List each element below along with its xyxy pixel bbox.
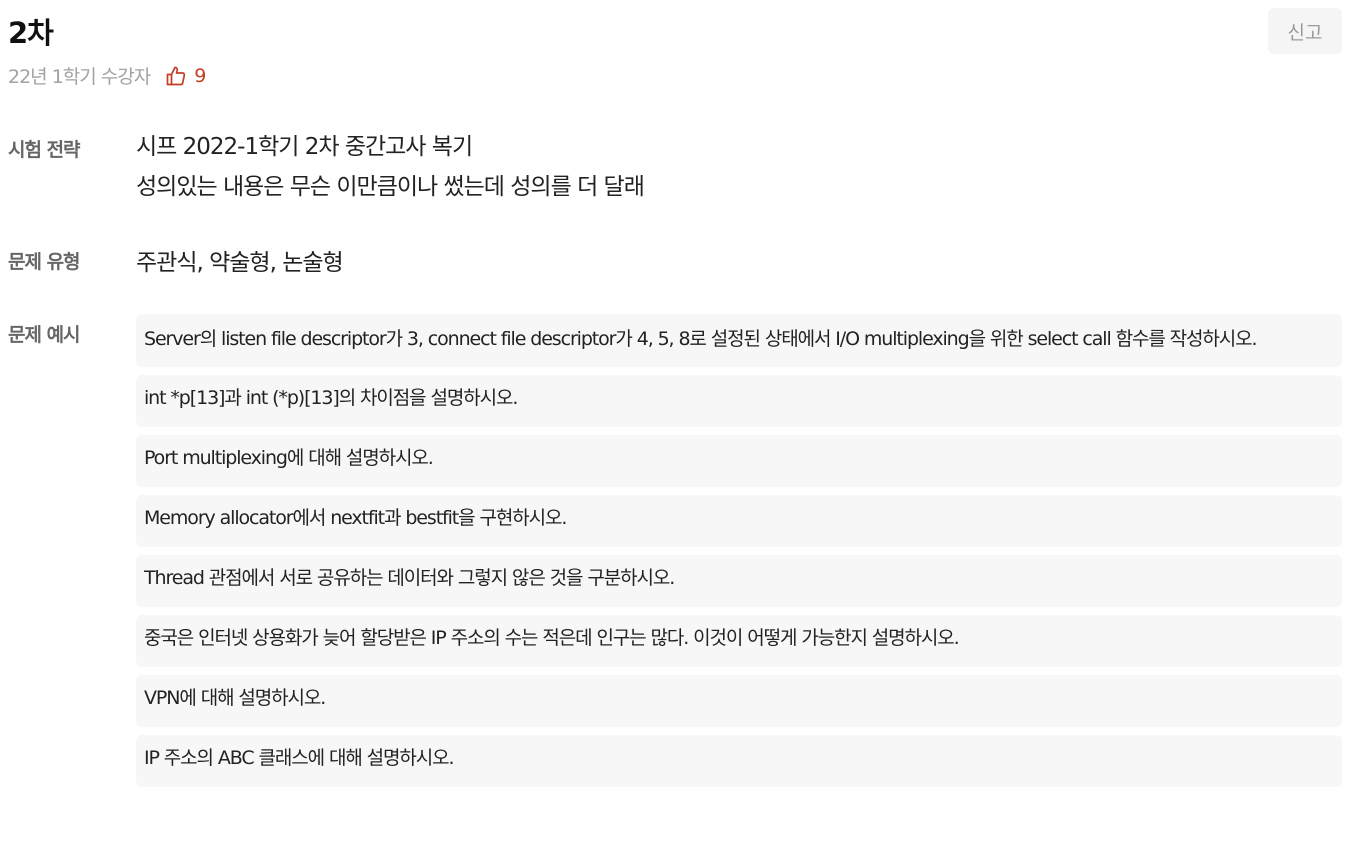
strategy-label: 시험 전략 (8, 139, 81, 161)
example-item: Port multiplexing에 대해 설명하시오. (136, 435, 1342, 487)
example-item: IP 주소의 ABC 클래스에 대해 설명하시오. (136, 735, 1342, 787)
thumbs-up-icon (166, 66, 186, 85)
example-item: Memory allocator에서 nextfit과 bestfit을 구현하… (136, 495, 1342, 547)
report-button[interactable]: 신고 (1268, 8, 1342, 54)
type-content: 주관식, 약술형, 논술형 (136, 247, 1342, 277)
example-item: int *p[13]과 int (*p)[13]의 차이점을 설명하시오. (136, 375, 1342, 427)
strategy-line: 성의있는 내용은 무슨 이만큼이나 썼는데 성의를 더 달래 (136, 174, 645, 200)
strategy-line: 시프 2022-1학기 2차 중간고사 복기 (136, 134, 473, 160)
review-meta: 22년 1학기 수강자 9 (8, 62, 206, 89)
semester-label: 22년 1학기 수강자 (8, 66, 151, 88)
like-count: 9 (194, 64, 207, 87)
type-value: 주관식, 약술형, 논술형 (136, 250, 344, 276)
example-item: VPN에 대해 설명하시오. (136, 675, 1342, 727)
example-list: Server의 listen file descriptor가 3, conne… (136, 314, 1342, 787)
example-item: 중국은 인터넷 상용화가 늦어 할당받은 IP 주소의 수는 적은데 인구는 많… (136, 615, 1342, 667)
strategy-content: 시프 2022-1학기 2차 중간고사 복기 성의있는 내용은 무슨 이만큼이나… (136, 134, 1342, 207)
review-title: 2차 (8, 16, 54, 50)
type-label: 문제 유형 (8, 251, 81, 273)
like-button[interactable]: 9 (164, 64, 206, 88)
example-item: Server의 listen file descriptor가 3, conne… (136, 314, 1342, 367)
example-item: Thread 관점에서 서로 공유하는 데이터와 그렇지 않은 것을 구분하시오… (136, 555, 1342, 607)
examples-label: 문제 예시 (8, 324, 81, 346)
examples-content: Server의 listen file descriptor가 3, conne… (136, 314, 1342, 787)
review-header: 2차 신고 22년 1학기 수강자 9 (8, 8, 1342, 88)
